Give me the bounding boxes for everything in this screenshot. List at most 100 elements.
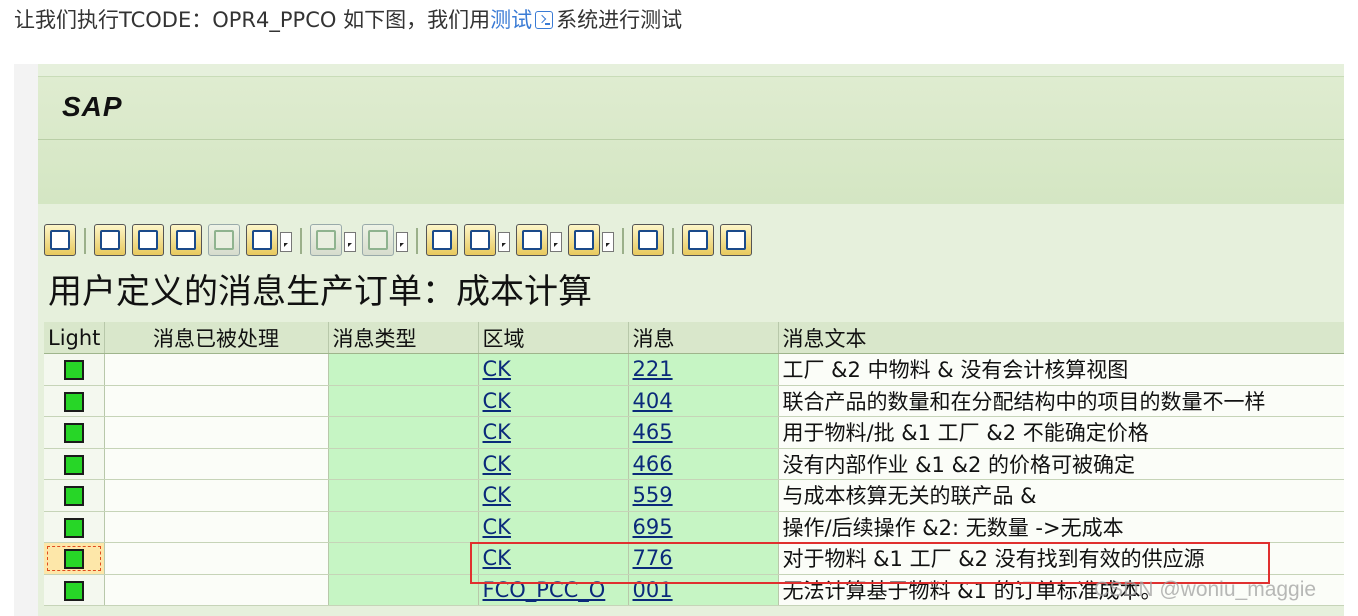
message-cell[interactable]: 559 — [628, 479, 779, 512]
area-cell[interactable]: CK — [478, 448, 629, 480]
area-cell[interactable]: CK — [478, 385, 629, 417]
views-button[interactable] — [464, 224, 496, 256]
table-row[interactable]: CK 776 对于物料 &1 工厂 &2 没有找到有效的供应源 — [44, 542, 1344, 575]
message-link[interactable]: 466 — [633, 452, 673, 476]
message-text-cell: 与成本核算无关的联产品 & — [778, 479, 1344, 512]
light-cell[interactable] — [44, 542, 105, 575]
message-cell[interactable]: 466 — [628, 448, 779, 480]
msg-type-cell[interactable] — [328, 479, 479, 512]
msg-type-cell[interactable] — [328, 542, 479, 575]
light-cell[interactable] — [44, 574, 105, 606]
terminal-icon[interactable] — [535, 11, 554, 29]
message-cell[interactable]: 404 — [628, 385, 779, 417]
dropdown-arrow-icon[interactable] — [280, 232, 292, 252]
processed-cell[interactable] — [104, 448, 329, 480]
area-link[interactable]: CK — [483, 515, 511, 539]
message-link[interactable]: 001 — [633, 578, 673, 602]
processed-cell[interactable] — [104, 385, 329, 417]
filter-button[interactable] — [246, 224, 278, 256]
light-cell[interactable] — [44, 416, 105, 449]
message-cell[interactable]: 001 — [628, 574, 779, 606]
details-button[interactable] — [44, 224, 76, 256]
status-light-icon — [63, 580, 84, 601]
table-row[interactable]: CK 404 联合产品的数量和在分配结构中的项目的数量不一样 — [44, 385, 1344, 417]
column-header-light[interactable]: Light — [44, 322, 105, 354]
intro-suffix: 系统进行测试 — [556, 8, 683, 32]
message-cell[interactable]: 221 — [628, 353, 779, 386]
message-cell[interactable]: 776 — [628, 542, 779, 575]
message-cell[interactable]: 695 — [628, 511, 779, 543]
table-row[interactable]: CK 221 工厂 &2 中物料 & 没有会计核算视图 — [44, 353, 1344, 386]
msg-type-cell[interactable] — [328, 511, 479, 543]
column-header-msg-type[interactable]: 消息类型 — [328, 322, 479, 354]
processed-cell[interactable] — [104, 511, 329, 543]
dropdown-arrow-icon[interactable] — [550, 232, 562, 252]
copy-button[interactable] — [720, 224, 752, 256]
table-row[interactable]: CK 465 用于物料/批 &1 工厂 &2 不能确定价格 — [44, 416, 1344, 449]
create-button[interactable] — [682, 224, 714, 256]
toolbar-separator — [672, 228, 674, 254]
area-cell[interactable]: CK — [478, 542, 629, 575]
processed-cell[interactable] — [104, 353, 329, 386]
light-cell[interactable] — [44, 479, 105, 512]
area-link[interactable]: CK — [483, 452, 511, 476]
export-button[interactable] — [516, 224, 548, 256]
find-button[interactable] — [170, 224, 202, 256]
dropdown-arrow-icon[interactable] — [602, 232, 614, 252]
column-header-message[interactable]: 消息 — [628, 322, 779, 354]
msg-type-cell[interactable] — [328, 448, 479, 480]
sort-ascending-button[interactable] — [94, 224, 126, 256]
print-preview-button[interactable] — [426, 224, 458, 256]
processed-cell[interactable] — [104, 542, 329, 575]
dropdown-arrow-icon[interactable] — [498, 232, 510, 252]
area-link[interactable]: CK — [483, 357, 511, 381]
message-cell[interactable]: 465 — [628, 416, 779, 449]
area-link[interactable]: CK — [483, 546, 511, 570]
area-cell[interactable]: CK — [478, 416, 629, 449]
area-cell[interactable]: FCO_PCC_O — [478, 574, 629, 606]
message-link[interactable]: 221 — [633, 357, 673, 381]
area-cell[interactable]: CK — [478, 353, 629, 386]
dropdown-arrow-icon[interactable] — [344, 232, 356, 252]
processed-cell[interactable] — [104, 479, 329, 512]
light-cell[interactable] — [44, 448, 105, 480]
message-link[interactable]: 695 — [633, 515, 673, 539]
msg-type-cell[interactable] — [328, 416, 479, 449]
column-header-area[interactable]: 区域 — [478, 322, 629, 354]
light-cell[interactable] — [44, 385, 105, 417]
message-link[interactable]: 559 — [633, 483, 673, 507]
filter-icon — [252, 230, 272, 250]
column-header-processed[interactable]: 消息已被处理 — [104, 322, 329, 354]
sum-button — [310, 224, 342, 256]
message-link[interactable]: 776 — [633, 546, 673, 570]
area-link[interactable]: FCO_PCC_O — [483, 578, 606, 602]
table-row[interactable]: CK 559 与成本核算无关的联产品 & — [44, 479, 1344, 512]
message-link[interactable]: 465 — [633, 420, 673, 444]
layout-button[interactable] — [568, 224, 600, 256]
msg-type-cell[interactable] — [328, 574, 479, 606]
area-cell[interactable]: CK — [478, 511, 629, 543]
info-button[interactable] — [632, 224, 664, 256]
message-table: Light 消息已被处理 消息类型 区域 消息 消息文本 CK 221 工厂 &2 … — [44, 322, 1344, 606]
message-link[interactable]: 404 — [633, 389, 673, 413]
column-header-message-text[interactable]: 消息文本 — [778, 322, 1344, 354]
test-link[interactable]: 测试 — [490, 8, 532, 32]
sort-descending-button[interactable] — [132, 224, 164, 256]
area-cell[interactable]: CK — [478, 479, 629, 512]
toolbar-separator — [84, 228, 86, 254]
processed-cell[interactable] — [104, 574, 329, 606]
msg-type-cell[interactable] — [328, 353, 479, 386]
area-link[interactable]: CK — [483, 483, 511, 507]
dropdown-arrow-icon[interactable] — [396, 232, 408, 252]
table-row[interactable]: CK 466 没有内部作业 &1 &2 的价格可被确定 — [44, 448, 1344, 480]
light-cell[interactable] — [44, 511, 105, 543]
msg-type-cell[interactable] — [328, 385, 479, 417]
light-cell[interactable] — [44, 353, 105, 386]
table-row[interactable]: CK 695 操作/后续操作 &2: 无数量 ->无成本 — [44, 511, 1344, 543]
message-text-cell: 用于物料/批 &1 工厂 &2 不能确定价格 — [778, 416, 1344, 449]
processed-cell[interactable] — [104, 416, 329, 449]
sum-icon — [316, 230, 336, 250]
message-text-cell: 操作/后续操作 &2: 无数量 ->无成本 — [778, 511, 1344, 543]
area-link[interactable]: CK — [483, 389, 511, 413]
area-link[interactable]: CK — [483, 420, 511, 444]
